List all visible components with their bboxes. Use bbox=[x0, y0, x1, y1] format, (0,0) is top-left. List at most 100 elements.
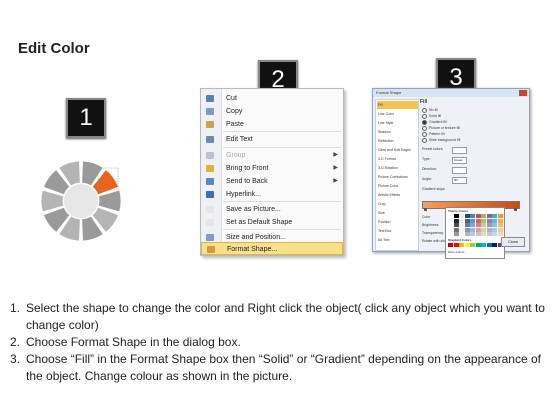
color-swatch[interactable] bbox=[497, 223, 503, 227]
color-swatch[interactable] bbox=[464, 223, 470, 227]
color-swatch[interactable] bbox=[470, 243, 475, 247]
color-swatch[interactable] bbox=[492, 223, 497, 227]
color-swatch[interactable] bbox=[459, 214, 464, 218]
sidebar-item[interactable]: Alt Text bbox=[377, 236, 418, 244]
menu-item-group[interactable]: Group ▶ bbox=[201, 149, 343, 162]
field-value[interactable]: 90° bbox=[452, 176, 467, 184]
color-swatch[interactable] bbox=[470, 232, 475, 236]
color-swatch[interactable] bbox=[481, 223, 486, 227]
gear-ring-shape[interactable] bbox=[38, 158, 124, 244]
sidebar-item[interactable]: Picture Color bbox=[377, 182, 418, 190]
menu-item-hyperlink[interactable]: Hyperlink... bbox=[201, 188, 343, 201]
sidebar-item[interactable]: Glow and Soft Edges bbox=[377, 146, 418, 154]
color-swatch[interactable] bbox=[459, 232, 464, 236]
menu-item-format-shape[interactable]: Format Shape... bbox=[201, 242, 343, 255]
color-swatch[interactable] bbox=[486, 243, 492, 247]
color-swatch[interactable] bbox=[453, 232, 459, 236]
color-swatch[interactable] bbox=[459, 243, 464, 247]
gradient-stop-handle[interactable] bbox=[514, 208, 517, 211]
color-swatch[interactable] bbox=[481, 214, 486, 218]
color-swatch[interactable] bbox=[492, 227, 497, 232]
color-swatch[interactable] bbox=[475, 214, 481, 218]
menu-item-edit-text[interactable]: Edit Text bbox=[201, 133, 343, 146]
color-swatch[interactable] bbox=[475, 223, 481, 227]
color-swatch[interactable] bbox=[459, 227, 464, 232]
menu-item-cut[interactable]: Cut bbox=[201, 92, 343, 105]
color-swatch[interactable] bbox=[453, 243, 459, 247]
radio-icon[interactable] bbox=[422, 125, 427, 131]
menu-item-send-to-back[interactable]: Send to Back ▶ bbox=[201, 175, 343, 188]
color-swatch[interactable] bbox=[464, 232, 470, 236]
radio-icon[interactable] bbox=[422, 107, 427, 113]
menu-item-copy[interactable]: Copy bbox=[201, 105, 343, 118]
color-swatch[interactable] bbox=[448, 243, 453, 247]
color-swatch[interactable] bbox=[448, 227, 453, 232]
color-swatch[interactable] bbox=[470, 214, 475, 218]
field-value[interactable] bbox=[452, 146, 467, 154]
color-swatch[interactable] bbox=[481, 243, 486, 247]
gradient-stop-handle[interactable] bbox=[424, 208, 427, 211]
color-swatch[interactable] bbox=[492, 232, 497, 236]
color-swatch[interactable] bbox=[492, 218, 497, 223]
color-swatch[interactable] bbox=[453, 223, 459, 227]
color-swatch[interactable] bbox=[464, 227, 470, 232]
radio-icon[interactable] bbox=[422, 137, 427, 143]
color-swatch[interactable] bbox=[470, 223, 475, 227]
color-swatch[interactable] bbox=[475, 243, 481, 247]
color-swatch[interactable] bbox=[459, 218, 464, 223]
color-swatch[interactable] bbox=[448, 223, 453, 227]
color-swatch[interactable] bbox=[492, 214, 497, 218]
color-swatch[interactable] bbox=[464, 243, 470, 247]
color-swatch[interactable] bbox=[486, 218, 492, 223]
menu-item-paste[interactable]: Paste bbox=[201, 118, 343, 131]
color-swatch[interactable] bbox=[475, 218, 481, 223]
sidebar-item[interactable]: Artistic Effects bbox=[377, 191, 418, 199]
sidebar-item[interactable]: Crop bbox=[377, 200, 418, 208]
color-swatch[interactable] bbox=[453, 214, 459, 218]
color-swatch[interactable] bbox=[464, 214, 470, 218]
color-swatch[interactable] bbox=[453, 227, 459, 232]
color-swatch[interactable] bbox=[497, 218, 503, 223]
field-value[interactable]: Linear bbox=[452, 156, 467, 164]
sidebar-item[interactable]: Text Box bbox=[377, 227, 418, 235]
sidebar-item[interactable]: Line Color bbox=[377, 110, 418, 118]
color-swatch[interactable] bbox=[459, 223, 464, 227]
color-swatch[interactable] bbox=[497, 227, 503, 232]
color-swatch[interactable] bbox=[453, 218, 459, 223]
color-swatch[interactable] bbox=[486, 214, 492, 218]
color-swatch[interactable] bbox=[486, 232, 492, 236]
close-icon[interactable] bbox=[519, 90, 527, 96]
color-swatch[interactable] bbox=[497, 232, 503, 236]
menu-item-set-as-default-shape[interactable]: Set as Default Shape bbox=[201, 216, 343, 229]
sidebar-item[interactable]: Picture Corrections bbox=[377, 173, 418, 181]
color-swatch[interactable] bbox=[492, 243, 497, 247]
sidebar-item[interactable]: Size bbox=[377, 209, 418, 217]
color-swatch[interactable] bbox=[475, 232, 481, 236]
radio-icon[interactable] bbox=[422, 131, 427, 137]
close-button[interactable]: Close bbox=[501, 237, 525, 247]
menu-item-bring-to-front[interactable]: Bring to Front ▶ bbox=[201, 162, 343, 175]
sidebar-item[interactable]: Position bbox=[377, 218, 418, 226]
more-colors-link[interactable]: More Colors... bbox=[448, 250, 467, 254]
sidebar-item[interactable]: Fill bbox=[377, 101, 418, 109]
color-swatch[interactable] bbox=[475, 227, 481, 232]
field-value[interactable] bbox=[452, 166, 467, 174]
color-swatch[interactable] bbox=[448, 214, 453, 218]
radio-icon[interactable] bbox=[422, 113, 427, 119]
fill-option[interactable]: Slide background fill bbox=[422, 137, 460, 143]
sidebar-item[interactable]: 3-D Rotation bbox=[377, 164, 418, 172]
color-swatch[interactable] bbox=[448, 232, 453, 236]
color-swatch[interactable] bbox=[481, 227, 486, 232]
color-swatch[interactable] bbox=[470, 218, 475, 223]
radio-icon[interactable] bbox=[422, 119, 427, 125]
color-swatch[interactable] bbox=[481, 218, 486, 223]
sidebar-item[interactable]: Reflection bbox=[377, 137, 418, 145]
sidebar-item[interactable]: Shadow bbox=[377, 128, 418, 136]
color-swatch[interactable] bbox=[486, 223, 492, 227]
color-swatch[interactable] bbox=[448, 218, 453, 223]
sidebar-item[interactable]: Line Style bbox=[377, 119, 418, 127]
menu-item-save-as-picture[interactable]: Save as Picture... bbox=[201, 203, 343, 216]
color-swatch[interactable] bbox=[481, 232, 486, 236]
color-swatch[interactable] bbox=[470, 227, 475, 232]
color-swatch[interactable] bbox=[464, 218, 470, 223]
